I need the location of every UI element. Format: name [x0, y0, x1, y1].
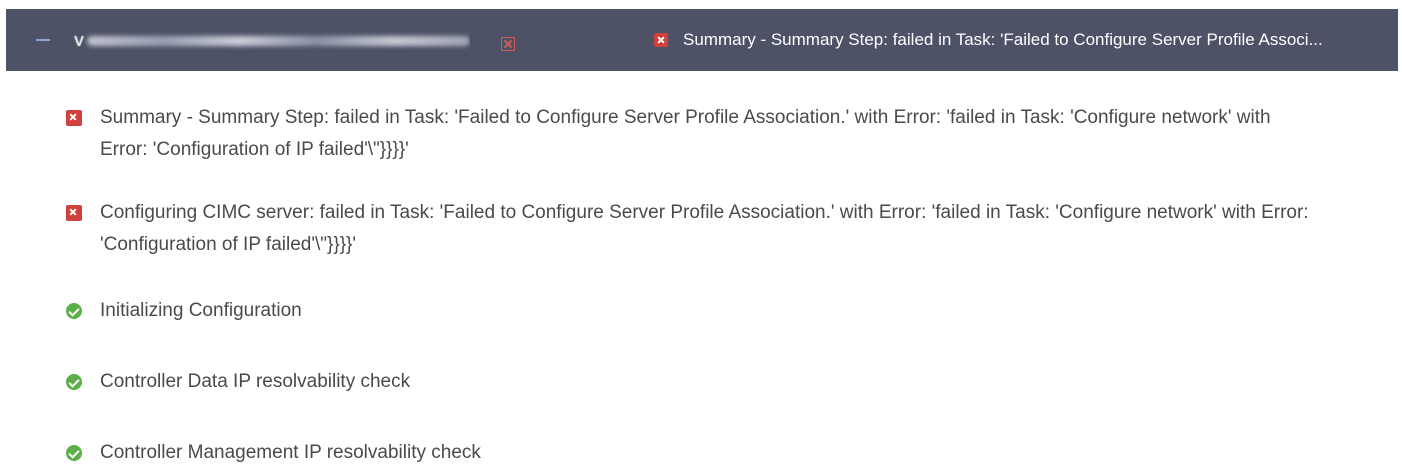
check-circle-icon [66, 445, 82, 461]
task-name-initial: V [74, 32, 85, 50]
task-name-redacted: V [74, 31, 470, 51]
collapse-icon[interactable] [36, 39, 50, 41]
list-item: Configuring CIMC server: failed in Task:… [66, 201, 1320, 261]
step-text: Initializing Configuration [100, 300, 302, 321]
check-circle-icon [66, 374, 82, 390]
list-item: Initializing Configuration [66, 299, 302, 327]
list-item: Summary - Summary Step: failed in Task: … [66, 106, 1320, 166]
header-status-text: Summary - Summary Step: failed in Task: … [683, 30, 1323, 49]
step-text: Controller Data IP resolvability check [100, 371, 411, 392]
close-icon[interactable] [501, 37, 515, 51]
step-text: Controller Management IP resolvability c… [100, 442, 481, 463]
header-status: Summary - Summary Step: failed in Task: … [654, 27, 1323, 53]
error-icon [654, 33, 668, 47]
error-icon [66, 110, 82, 126]
task-status-panel: V Summary - Summary Step: failed in Task… [0, 0, 1402, 475]
check-circle-icon [66, 303, 82, 319]
task-header[interactable]: V Summary - Summary Step: failed in Task… [6, 9, 1398, 71]
list-item: Controller Management IP resolvability c… [66, 441, 481, 469]
error-icon [66, 205, 82, 221]
redacted-text-blur [87, 36, 470, 46]
list-item: Controller Data IP resolvability check [66, 370, 410, 398]
step-text: Summary - Summary Step: failed in Task: … [100, 107, 1271, 160]
step-text: Configuring CIMC server: failed in Task:… [100, 202, 1309, 255]
